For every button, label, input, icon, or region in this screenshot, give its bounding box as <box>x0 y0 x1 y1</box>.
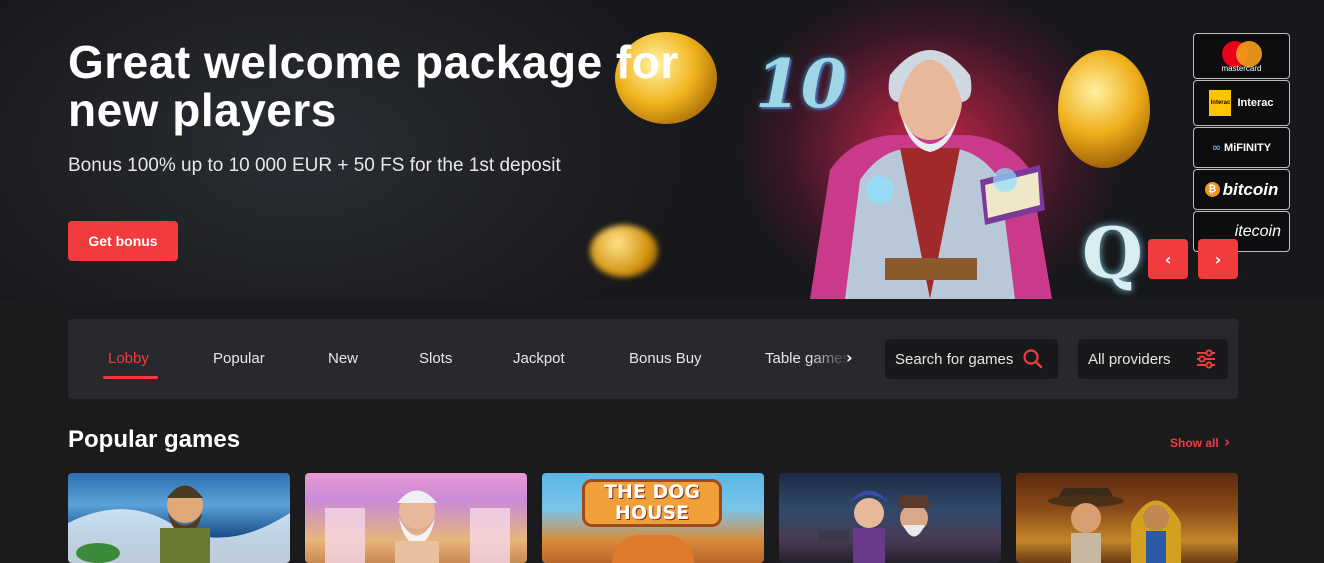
interac-logo-icon: Interac <box>1209 90 1232 116</box>
litecoin-label: itecoin <box>1234 222 1281 240</box>
banner-prev-button[interactable]: ‹ <box>1148 239 1188 279</box>
tab-new[interactable]: New <box>328 319 358 399</box>
payment-mifinity: ∞ MiFINITY <box>1193 127 1290 168</box>
slot-symbol-q: Q <box>1082 212 1143 295</box>
bitcoin-logo-icon: ₿ <box>1204 182 1220 197</box>
show-all-label: Show all <box>1170 436 1219 450</box>
tab-popular[interactable]: Popular <box>213 319 265 399</box>
providers-label: All providers <box>1088 350 1171 368</box>
mifinity-label: MiFINITY <box>1224 141 1272 154</box>
fisherman-game-image <box>68 485 290 563</box>
tab-slots[interactable]: Slots <box>419 319 452 399</box>
tabs-scroll-right-icon[interactable]: › <box>846 348 853 367</box>
payment-methods: mastercard Interac Interac ∞ MiFINITY ₿ … <box>1193 33 1292 253</box>
pharaoh-game-image <box>1048 488 1181 563</box>
active-tab-indicator <box>103 376 158 379</box>
tab-jackpot[interactable]: Jackpot <box>513 319 565 399</box>
mastercard-label: mastercard <box>1221 64 1262 73</box>
hero-title: Great welcome package for new players <box>68 36 679 136</box>
payment-bitcoin: ₿ bitcoin <box>1193 169 1290 210</box>
chevron-right-icon: › <box>1224 433 1231 451</box>
providers-dropdown[interactable]: All providers <box>1078 339 1228 379</box>
game-card-fisherman[interactable] <box>68 473 290 563</box>
bitcoin-label: bitcoin <box>1222 179 1279 199</box>
game-filter-bar: Lobby Popular New Slots Jackpot Bonus Bu… <box>68 319 1238 399</box>
filter-sliders-icon <box>1196 349 1215 369</box>
game-card-adventurers[interactable] <box>779 473 1001 563</box>
the-dog-house-logo: THE DOG HOUSE <box>582 479 722 527</box>
mifinity-logo-icon: ∞ <box>1211 141 1222 154</box>
tab-lobby[interactable]: Lobby <box>108 319 149 399</box>
banner-next-button[interactable]: › <box>1198 239 1238 279</box>
hero-subtitle: Bonus 100% up to 10 000 EUR + 50 FS for … <box>68 155 561 176</box>
hero-banner: 10 Q Great welcome package for new playe… <box>0 0 1324 299</box>
payment-interac: Interac Interac <box>1193 80 1290 126</box>
tab-bonus-buy[interactable]: Bonus Buy <box>629 319 702 399</box>
show-all-link[interactable]: Show all › <box>1170 433 1230 451</box>
bitcoin-coin-image <box>1058 50 1150 168</box>
section-title-popular-games: Popular games <box>68 426 241 453</box>
get-bonus-button[interactable]: Get bonus <box>68 221 178 261</box>
game-card-pharaoh[interactable] <box>1016 473 1238 563</box>
payment-mastercard: mastercard <box>1193 33 1290 79</box>
game-card-zeus[interactable] <box>305 473 527 563</box>
zeus-game-image <box>325 490 510 563</box>
blurred-coin-image <box>590 225 658 277</box>
search-input[interactable]: Search for games <box>885 339 1058 379</box>
search-icon <box>1023 349 1043 369</box>
adventurers-game-image <box>819 490 931 563</box>
wizard-character-image <box>810 50 1052 299</box>
interac-label: Interac <box>1237 97 1274 109</box>
search-placeholder: Search for games <box>895 350 1014 368</box>
game-card-the-dog-house[interactable]: THE DOG HOUSE <box>542 473 764 563</box>
